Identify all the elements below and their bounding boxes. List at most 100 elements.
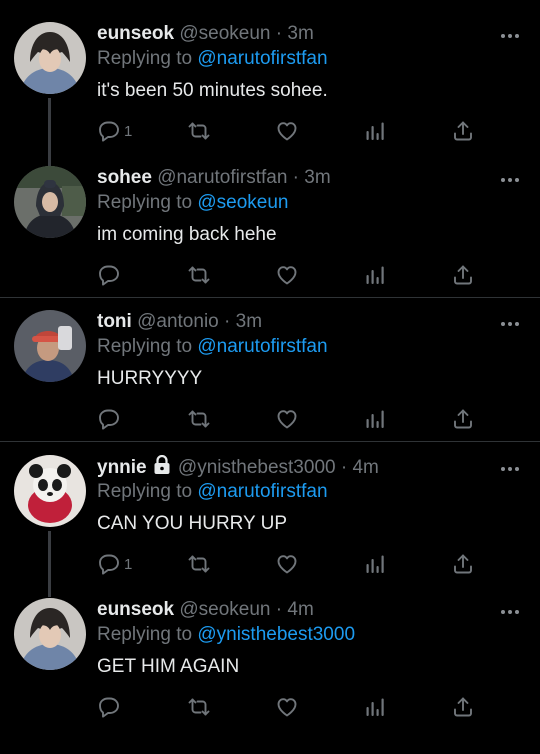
tweet-header: eunseok @seokeun · 3m — [97, 22, 314, 46]
action-bar: 1 — [97, 551, 497, 577]
retweet-icon — [187, 263, 211, 287]
reply-mention-link[interactable]: @seokeun — [197, 192, 288, 213]
handle[interactable]: @ynisthebest3000 — [178, 457, 336, 478]
action-bar — [97, 406, 497, 432]
avatar[interactable] — [14, 22, 86, 94]
replying-to: Replying to @narutofirstfan — [97, 47, 328, 71]
share-button[interactable] — [451, 551, 475, 577]
avatar[interactable] — [14, 455, 86, 527]
reply-button[interactable] — [97, 406, 124, 432]
display-name[interactable]: toni — [97, 311, 132, 332]
separator-dot: · — [224, 311, 231, 332]
more-icon[interactable] — [500, 459, 520, 477]
reply-icon — [97, 407, 121, 431]
handle[interactable]: @narutofirstfan — [157, 167, 287, 188]
replying-to-label: Replying to — [97, 481, 193, 502]
analytics-button[interactable] — [363, 406, 387, 432]
analytics-icon — [363, 263, 387, 287]
reply-mention-link[interactable]: @narutofirstfan — [197, 336, 327, 357]
reply-icon — [97, 119, 121, 143]
replying-to: Replying to @seokeun — [97, 191, 288, 215]
like-button[interactable] — [275, 551, 299, 577]
handle[interactable]: @seokeun — [179, 23, 270, 44]
timestamp[interactable]: 4m — [287, 599, 313, 620]
analytics-button[interactable] — [363, 262, 387, 288]
display-name[interactable]: sohee — [97, 167, 152, 188]
reply-mention-link[interactable]: @ynisthebest3000 — [197, 624, 355, 645]
lock-icon — [153, 454, 171, 482]
like-button[interactable] — [275, 694, 299, 720]
handle[interactable]: @antonio — [137, 311, 219, 332]
divider — [0, 297, 540, 298]
tweet-header: eunseok @seokeun · 4m — [97, 598, 314, 622]
tweet-text: it's been 50 minutes sohee. — [97, 80, 328, 101]
tweet-header: toni @antonio · 3m — [97, 310, 262, 334]
share-button[interactable] — [451, 262, 475, 288]
reply-mention-link[interactable]: @narutofirstfan — [197, 48, 327, 69]
more-icon[interactable] — [500, 314, 520, 332]
analytics-icon — [363, 552, 387, 576]
action-bar — [97, 694, 497, 720]
reply-button[interactable] — [97, 694, 124, 720]
share-icon — [451, 263, 475, 287]
retweet-icon — [187, 407, 211, 431]
analytics-icon — [363, 407, 387, 431]
analytics-icon — [363, 119, 387, 143]
share-icon — [451, 407, 475, 431]
retweet-icon — [187, 695, 211, 719]
like-icon — [275, 552, 299, 576]
replying-to: Replying to @narutofirstfan — [97, 335, 328, 359]
reply-button[interactable]: 1 — [97, 118, 132, 144]
like-button[interactable] — [275, 262, 299, 288]
tweet-text: HURRYYYY — [97, 368, 203, 389]
like-button[interactable] — [275, 118, 299, 144]
analytics-button[interactable] — [363, 694, 387, 720]
like-icon — [275, 263, 299, 287]
divider — [0, 441, 540, 442]
tweet-text: GET HIM AGAIN — [97, 656, 240, 677]
analytics-button[interactable] — [363, 551, 387, 577]
share-icon — [451, 119, 475, 143]
retweet-icon — [187, 119, 211, 143]
timestamp[interactable]: 4m — [352, 457, 378, 478]
timestamp[interactable]: 3m — [287, 23, 313, 44]
replying-to: Replying to @ynisthebest3000 — [97, 623, 355, 647]
avatar[interactable] — [14, 598, 86, 670]
reply-mention-link[interactable]: @narutofirstfan — [197, 481, 327, 502]
retweet-button[interactable] — [187, 406, 211, 432]
retweet-button[interactable] — [187, 262, 211, 288]
timestamp[interactable]: 3m — [236, 311, 262, 332]
share-button[interactable] — [451, 118, 475, 144]
display-name[interactable]: eunseok — [97, 23, 174, 44]
retweet-button[interactable] — [187, 694, 211, 720]
handle[interactable]: @seokeun — [179, 599, 270, 620]
tweet-text: CAN YOU HURRY UP — [97, 513, 288, 534]
tweet-text: im coming back hehe — [97, 224, 277, 245]
retweet-button[interactable] — [187, 551, 211, 577]
share-button[interactable] — [451, 406, 475, 432]
action-bar: 1 — [97, 118, 497, 144]
more-icon[interactable] — [500, 26, 520, 44]
avatar[interactable] — [14, 166, 86, 238]
share-button[interactable] — [451, 694, 475, 720]
separator-dot: · — [292, 167, 299, 188]
more-icon[interactable] — [500, 170, 520, 188]
separator-dot: · — [275, 23, 283, 44]
retweet-button[interactable] — [187, 118, 211, 144]
timestamp[interactable]: 3m — [304, 167, 330, 188]
replying-to-label: Replying to — [97, 48, 193, 69]
analytics-button[interactable] — [363, 118, 387, 144]
share-icon — [451, 695, 475, 719]
display-name[interactable]: eunseok — [97, 599, 174, 620]
avatar[interactable] — [14, 310, 86, 382]
separator-dot: · — [275, 599, 283, 620]
reply-count: 1 — [124, 555, 133, 573]
reply-button[interactable]: 1 — [97, 551, 132, 577]
tweet-header: ynnie @ynisthebest3000 · 4m — [97, 454, 379, 482]
reply-button[interactable] — [97, 262, 124, 288]
display-name[interactable]: ynnie — [97, 457, 147, 478]
separator-dot: · — [340, 457, 348, 478]
reply-icon — [97, 263, 121, 287]
more-icon[interactable] — [500, 602, 520, 620]
like-button[interactable] — [275, 406, 299, 432]
